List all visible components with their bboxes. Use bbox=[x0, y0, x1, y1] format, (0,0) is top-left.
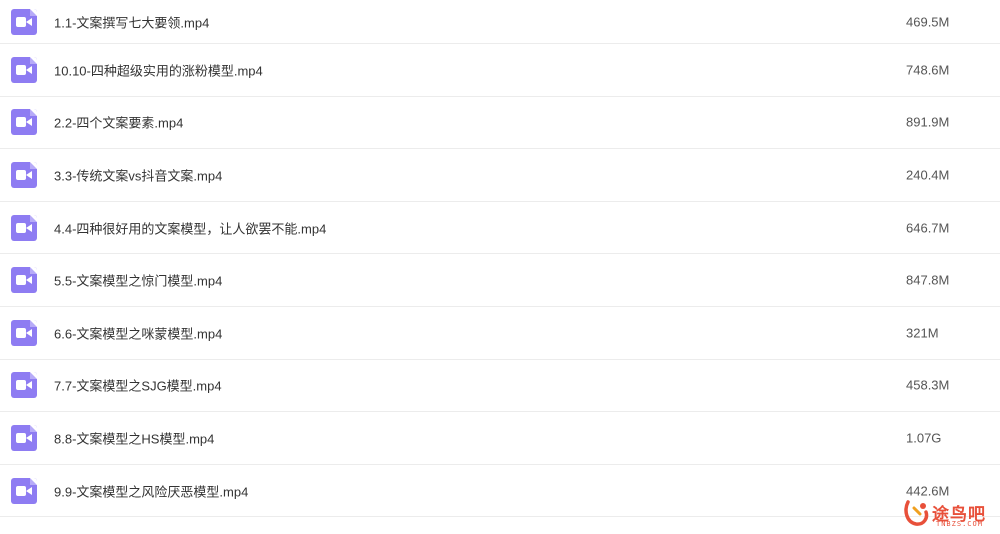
file-row[interactable]: 1.1-文案撰写七大要领.mp4 469.5M bbox=[0, 0, 1000, 44]
file-size: 1.07G bbox=[906, 430, 942, 446]
file-name[interactable]: 1.1-文案撰写七大要领.mp4 bbox=[54, 12, 209, 31]
file-size: 847.8M bbox=[906, 272, 950, 288]
file-name[interactable]: 9.9-文案模型之风险厌恶模型.mp4 bbox=[54, 481, 248, 500]
file-name[interactable]: 2.2-四个文案要素.mp4 bbox=[54, 113, 183, 132]
file-size: 442.6M bbox=[906, 483, 950, 499]
file-size: 240.4M bbox=[906, 167, 950, 183]
file-name[interactable]: 7.7-文案模型之SJG模型.mp4 bbox=[54, 376, 222, 395]
file-name[interactable]: 3.3-传统文案vs抖音文案.mp4 bbox=[54, 165, 222, 184]
video-file-icon bbox=[11, 56, 37, 83]
file-row[interactable]: 3.3-传统文案vs抖音文案.mp4 240.4M bbox=[0, 149, 1000, 202]
file-name[interactable]: 6.6-文案模型之咪蒙模型.mp4 bbox=[54, 323, 222, 342]
video-file-icon bbox=[11, 372, 37, 399]
file-size: 646.7M bbox=[906, 220, 950, 236]
file-size: 748.6M bbox=[906, 62, 950, 78]
video-file-icon bbox=[11, 161, 37, 188]
file-row[interactable]: 2.2-四个文案要素.mp4 891.9M bbox=[0, 97, 1000, 150]
watermark-logo-icon bbox=[904, 500, 929, 526]
watermark-subtext: TNBZS.COM bbox=[936, 520, 983, 528]
video-file-icon bbox=[11, 424, 37, 451]
file-row[interactable]: 6.6-文案模型之咪蒙模型.mp4 321M bbox=[0, 307, 1000, 360]
watermark: 途鸟吧 TNBZS.COM bbox=[902, 498, 992, 530]
file-name[interactable]: 10.10-四种超级实用的涨粉模型.mp4 bbox=[54, 60, 263, 79]
file-list: 1.1-文案撰写七大要领.mp4 469.5M 10.10-四种超级实用的涨粉模… bbox=[0, 0, 1000, 518]
file-name[interactable]: 4.4-四种很好用的文案模型，让人欲罢不能.mp4 bbox=[54, 218, 326, 237]
file-row[interactable]: 4.4-四种很好用的文案模型，让人欲罢不能.mp4 646.7M bbox=[0, 202, 1000, 255]
video-file-icon bbox=[11, 319, 37, 346]
video-file-icon bbox=[11, 8, 37, 35]
video-file-icon bbox=[11, 214, 37, 241]
file-name[interactable]: 5.5-文案模型之惊门模型.mp4 bbox=[54, 271, 222, 290]
video-file-icon bbox=[11, 477, 37, 504]
file-row[interactable]: 5.5-文案模型之惊门模型.mp4 847.8M bbox=[0, 254, 1000, 307]
video-file-icon bbox=[11, 109, 37, 136]
file-row[interactable]: 10.10-四种超级实用的涨粉模型.mp4 748.6M bbox=[0, 44, 1000, 97]
file-row[interactable]: 7.7-文案模型之SJG模型.mp4 458.3M bbox=[0, 360, 1000, 413]
file-size: 891.9M bbox=[906, 114, 950, 130]
file-row[interactable]: 9.9-文案模型之风险厌恶模型.mp4 442.6M bbox=[0, 465, 1000, 518]
file-row[interactable]: 8.8-文案模型之HS模型.mp4 1.07G bbox=[0, 412, 1000, 465]
file-name[interactable]: 8.8-文案模型之HS模型.mp4 bbox=[54, 428, 214, 447]
file-size: 469.5M bbox=[906, 14, 950, 29]
video-file-icon bbox=[11, 267, 37, 294]
file-size: 321M bbox=[906, 325, 939, 341]
file-size: 458.3M bbox=[906, 377, 950, 393]
